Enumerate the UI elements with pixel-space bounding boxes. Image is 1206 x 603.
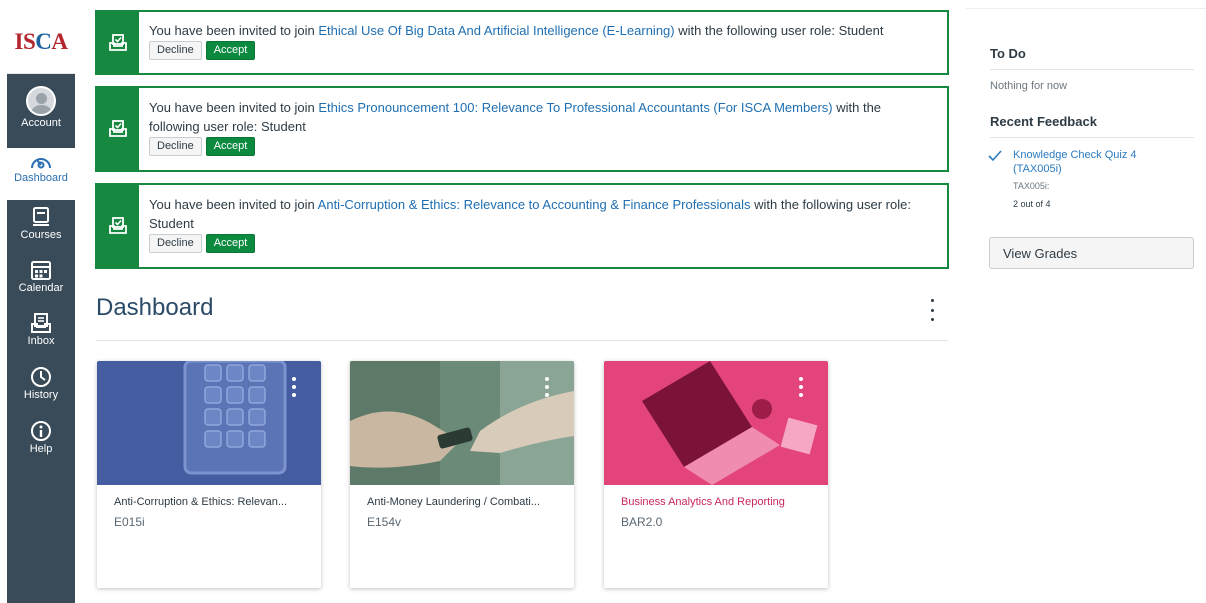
nav-item-label: Help <box>29 443 53 455</box>
card-options-icon[interactable] <box>798 377 804 397</box>
todo-heading: To Do <box>990 46 1026 61</box>
help-icon <box>31 421 51 441</box>
course-card-image <box>97 361 321 485</box>
invitation-icon <box>109 120 127 137</box>
feedback-item-score: 2 out of 4 <box>1013 199 1051 209</box>
nav-item-courses[interactable]: Courses <box>7 206 75 241</box>
global-nav: ISCA Account Dashboard Courses Calendar … <box>7 10 75 603</box>
divider <box>966 8 1206 9</box>
nav-item-history[interactable]: History <box>7 366 75 401</box>
course-card-image <box>350 361 574 485</box>
logo-text: ISCA <box>14 28 69 54</box>
calendar-icon <box>31 261 51 280</box>
logo[interactable]: ISCA <box>7 10 75 74</box>
nav-item-label: Courses <box>20 229 62 241</box>
course-card[interactable]: Business Analytics And Reporting BAR2.0 <box>604 361 828 588</box>
nav-item-calendar[interactable]: Calendar <box>7 259 75 294</box>
invitation-text: You have been invited to join Ethical Us… <box>149 23 884 38</box>
decline-button[interactable]: Decline <box>149 234 202 253</box>
card-options-icon[interactable] <box>291 377 297 397</box>
todo-empty-text: Nothing for now <box>990 80 1068 92</box>
check-icon <box>988 150 1002 162</box>
invitation-stripe <box>97 12 139 73</box>
accept-button[interactable]: Accept <box>205 137 256 156</box>
inbox-icon <box>31 313 51 333</box>
course-card-code: E015i <box>114 515 145 529</box>
view-grades-button[interactable]: View Grades <box>989 237 1194 269</box>
recent-feedback-heading: Recent Feedback <box>990 114 1097 129</box>
invitation-banner: You have been invited to join Ethical Us… <box>95 10 949 75</box>
nav-item-inbox[interactable]: Inbox <box>7 312 75 347</box>
invitation-stripe <box>97 185 139 267</box>
nav-item-label: Dashboard <box>14 172 68 184</box>
nav-item-label: Calendar <box>18 282 64 294</box>
invitation-stripe <box>97 88 139 170</box>
dashboard-options-icon[interactable] <box>926 299 938 321</box>
divider <box>990 137 1194 138</box>
invitation-text: You have been invited to join Anti-Corru… <box>149 197 911 231</box>
course-card-name: Business Analytics And Reporting <box>621 496 785 508</box>
dashboard-icon <box>31 158 51 169</box>
nav-item-label: Account <box>21 117 61 129</box>
invitation-icon <box>109 33 127 51</box>
course-card[interactable]: Anti-Money Laundering / Combati... E154v <box>350 361 574 588</box>
nav-item-label: Inbox <box>27 335 55 347</box>
nav-item-account[interactable]: Account <box>7 86 75 129</box>
decline-button[interactable]: Decline <box>149 41 202 60</box>
accept-button[interactable]: Accept <box>205 234 256 253</box>
nav-item-dashboard[interactable]: Dashboard <box>7 148 75 200</box>
feedback-item-course: TAX005i: <box>1013 181 1050 191</box>
avatar-icon <box>26 86 56 116</box>
course-card[interactable]: Anti-Corruption & Ethics: Relevan... E01… <box>97 361 321 588</box>
invitation-banner: You have been invited to join Ethics Pro… <box>95 86 949 172</box>
accept-button[interactable]: Accept <box>205 41 256 60</box>
course-card-name: Anti-Corruption & Ethics: Relevan... <box>114 496 288 508</box>
course-card-name: Anti-Money Laundering / Combati... <box>367 496 541 508</box>
divider <box>96 340 948 341</box>
page-title: Dashboard <box>96 294 214 321</box>
invitation-course-link[interactable]: Anti-Corruption & Ethics: Relevance to A… <box>318 197 751 212</box>
decline-button[interactable]: Decline <box>149 137 202 156</box>
course-card-image <box>604 361 828 485</box>
invitation-icon <box>109 217 127 234</box>
divider <box>990 69 1194 70</box>
course-card-code: BAR2.0 <box>621 515 663 529</box>
feedback-item-link[interactable]: Knowledge Check Quiz 4 (TAX005i) <box>1013 148 1183 176</box>
course-card-code: E154v <box>367 515 402 529</box>
invitation-course-link[interactable]: Ethical Use Of Big Data And Artificial I… <box>318 23 674 38</box>
courses-icon <box>33 207 49 226</box>
card-options-icon[interactable] <box>544 377 550 397</box>
nav-item-label: History <box>23 389 59 401</box>
history-icon <box>31 367 51 387</box>
invitation-course-link[interactable]: Ethics Pronouncement 100: Relevance To P… <box>318 100 832 115</box>
nav-item-help[interactable]: Help <box>7 420 75 455</box>
invitation-banner: You have been invited to join Anti-Corru… <box>95 183 949 269</box>
invitation-text: You have been invited to join Ethics Pro… <box>149 100 882 134</box>
